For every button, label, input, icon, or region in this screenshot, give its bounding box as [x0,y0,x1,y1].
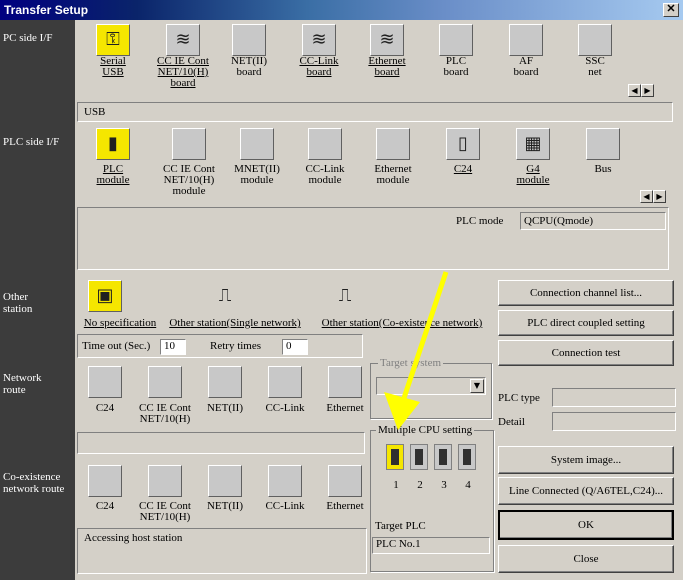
arrow-shaft [401,271,449,399]
annotation-arrow [384,271,449,430]
arrow-head [384,392,420,430]
transfer-setup-window: Transfer Setup ✕ PC side I/F PLC side I/… [0,0,683,580]
